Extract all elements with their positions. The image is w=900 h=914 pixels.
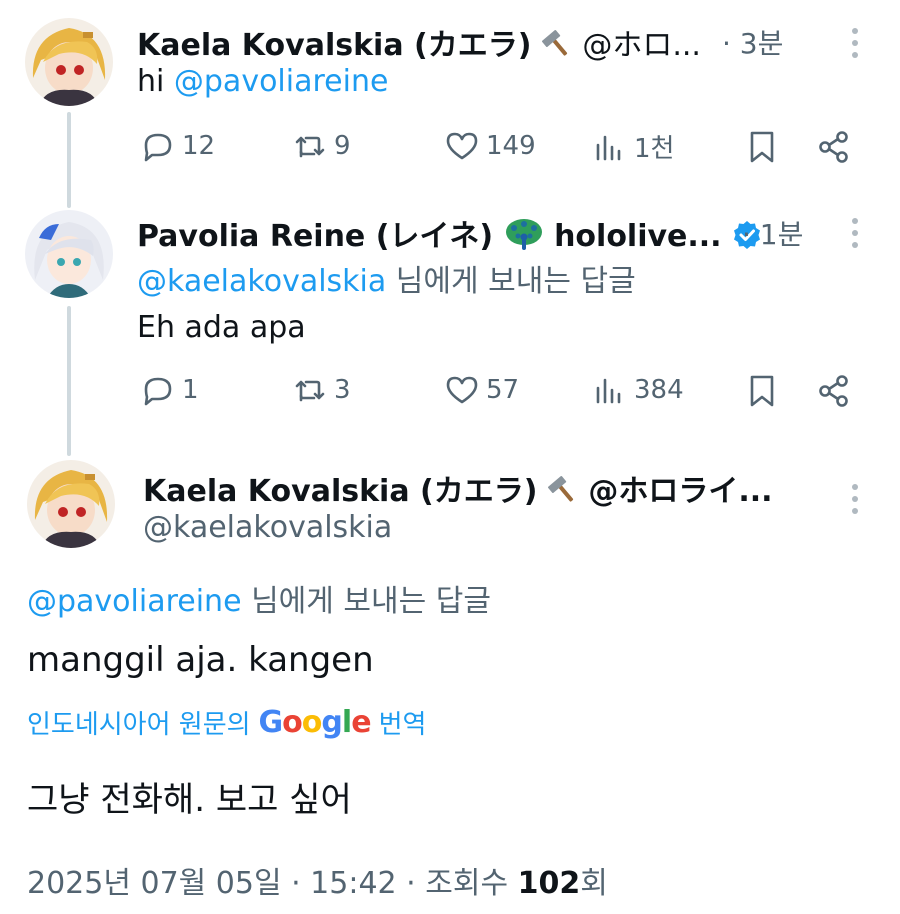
main-name-suffix: @ホロライ...	[588, 474, 773, 509]
meta-suffix: 회	[580, 866, 608, 901]
tweet2-reply-suffix: 님에게 보내는 답글	[386, 264, 636, 299]
heart-icon	[446, 376, 478, 404]
reply-count: 1	[182, 375, 199, 405]
share-icon[interactable]	[816, 129, 852, 165]
tweet1-author[interactable]: Kaela Kovalskia (カエラ) @ホロ...	[137, 20, 701, 64]
views-icon	[596, 378, 621, 404]
bookmark-icon[interactable]	[744, 373, 780, 409]
tweet2-reply-mention-link[interactable]: @kaelakovalskia	[137, 264, 386, 299]
tweet2-text: Eh ada apa	[137, 310, 306, 345]
like-button[interactable]: 57	[444, 372, 519, 408]
tweet2-name-suffix: hololive...	[554, 219, 722, 254]
translate-link[interactable]: 인도네시아어 원문의 Google 번역	[27, 704, 426, 741]
avatar-kaela[interactable]	[25, 18, 113, 106]
thread-line	[67, 112, 71, 208]
main-handle[interactable]: @kaelakovalskia	[143, 510, 392, 545]
peacock-icon	[504, 219, 554, 254]
main-tweet-author[interactable]: Kaela Kovalskia (カエラ) @ホロライ...	[143, 466, 773, 510]
views-icon	[596, 135, 621, 160]
main-reply-mention-link[interactable]: @pavoliareine	[27, 584, 242, 619]
views-count: 1천	[634, 134, 675, 164]
main-reply-suffix: 님에게 보내는 답글	[241, 584, 491, 619]
views-button[interactable]: 1천	[592, 128, 674, 165]
like-count: 57	[486, 375, 520, 405]
tweet2-author[interactable]: Pavolia Reine (レイネ) hololive...	[137, 211, 762, 255]
reply-icon	[144, 133, 172, 162]
retweet-count: 3	[334, 375, 351, 405]
main-display-name: Kaela Kovalskia (カエラ)	[143, 474, 538, 509]
translate-suffix: 번역	[378, 710, 427, 740]
like-count: 149	[486, 131, 536, 161]
tweet1-handle: @ホロ...	[582, 28, 701, 63]
meta-date: 2025년 07월 05일 · 15:42 · 조회수	[27, 866, 518, 901]
reply-button[interactable]: 1	[140, 372, 199, 408]
tweet-meta: 2025년 07월 05일 · 15:42 · 조회수 102회	[27, 858, 608, 902]
avatar-kaela-main[interactable]	[27, 460, 115, 548]
google-logo: Google	[258, 705, 372, 740]
tweet2-time[interactable]: · 1분	[742, 213, 803, 253]
views-button[interactable]: 384	[592, 372, 684, 408]
thread-line	[67, 306, 71, 456]
bookmark-icon[interactable]	[744, 129, 780, 165]
translated-text: 그냥 전화해. 보고 싶어	[27, 780, 352, 820]
retweet-count: 9	[334, 131, 351, 161]
tweet1-display-name: Kaela Kovalskia (カエラ)	[137, 28, 532, 63]
reply-button[interactable]: 12	[140, 128, 215, 164]
more-options-icon[interactable]	[852, 28, 858, 64]
meta-views: 102	[517, 866, 581, 901]
main-tweet-text: manggil aja. kangen	[27, 640, 374, 680]
avatar-reine[interactable]	[25, 210, 113, 298]
views-count: 384	[634, 375, 684, 405]
main-reply-to: @pavoliareine 님에게 보내는 답글	[27, 576, 491, 620]
hammer-icon	[547, 474, 588, 509]
hammer-icon	[541, 28, 582, 63]
retweet-button[interactable]: 9	[292, 128, 351, 164]
retweet-icon	[295, 380, 325, 402]
tweet2-display-name: Pavolia Reine (レイネ)	[137, 219, 494, 254]
reply-count: 12	[182, 131, 216, 161]
retweet-button[interactable]: 3	[292, 372, 351, 408]
heart-icon	[446, 132, 478, 160]
more-options-icon[interactable]	[852, 484, 858, 520]
retweet-icon	[295, 136, 325, 158]
tweet1-time[interactable]: · 3분	[722, 22, 783, 62]
tweet2-reply-to: @kaelakovalskia 님에게 보내는 답글	[137, 256, 636, 300]
like-button[interactable]: 149	[444, 128, 536, 164]
reply-icon	[144, 377, 172, 406]
translate-prefix: 인도네시아어 원문의	[27, 710, 251, 740]
tweet1-mention-link[interactable]: @pavoliareine	[174, 64, 389, 99]
share-icon[interactable]	[816, 373, 852, 409]
more-options-icon[interactable]	[852, 218, 858, 254]
tweet1-text-prefix: hi	[137, 64, 174, 99]
tweet1-text: hi @pavoliareine	[137, 64, 388, 99]
